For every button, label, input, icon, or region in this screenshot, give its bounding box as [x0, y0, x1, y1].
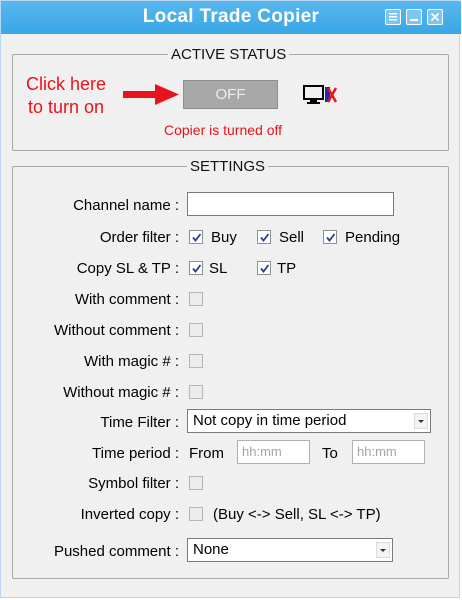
settings-legend: SETTINGS: [187, 158, 269, 175]
time-filter-label: Time Filter :: [100, 414, 179, 431]
order-filter-sell-label: Sell: [279, 229, 305, 246]
time-filter-select[interactable]: Not copy in time period: [187, 409, 431, 433]
symbol-filter-label: Symbol filter :: [88, 475, 179, 492]
chevron-down-icon: [414, 413, 428, 429]
close-icon[interactable]: [427, 9, 443, 25]
without-comment-checkbox[interactable]: [189, 323, 203, 337]
list-icon[interactable]: [385, 9, 401, 25]
active-status-legend: ACTIVE STATUS: [168, 46, 290, 63]
with-magic-checkbox[interactable]: [189, 354, 203, 368]
order-filter-buy-checkbox[interactable]: [189, 230, 203, 244]
inverted-copy-checkbox[interactable]: [189, 507, 203, 521]
without-magic-label: Without magic # :: [63, 384, 179, 401]
with-magic-label: With magic # :: [83, 353, 179, 370]
toggle-copier-button[interactable]: OFF: [183, 80, 278, 109]
copy-sl-tp-label: Copy SL & TP :: [76, 260, 179, 277]
symbol-filter-checkbox[interactable]: [189, 476, 203, 490]
channel-name-input[interactable]: [187, 192, 394, 216]
hint-line-2: to turn on: [28, 97, 105, 117]
order-filter-label: Order filter :: [99, 229, 179, 246]
with-comment-checkbox[interactable]: [189, 292, 203, 306]
without-magic-checkbox[interactable]: [189, 385, 203, 399]
pushed-comment-value: None: [193, 541, 229, 558]
title-bar[interactable]: Local Trade Copier: [1, 1, 461, 34]
order-filter-pending-checkbox[interactable]: [323, 230, 337, 244]
order-filter-sell-checkbox[interactable]: [257, 230, 271, 244]
pushed-comment-label: Pushed comment :: [53, 543, 179, 560]
channel-name-label: Channel name :: [73, 197, 179, 214]
time-to-input[interactable]: hh:mm: [352, 440, 425, 464]
inverted-copy-note: (Buy <-> Sell, SL <-> TP): [213, 506, 381, 523]
red-arrow-icon: [123, 84, 179, 105]
time-from-input[interactable]: hh:mm: [237, 440, 310, 464]
copy-sl-label: SL: [209, 260, 228, 277]
copy-tp-label: TP: [277, 260, 297, 277]
copy-sl-checkbox[interactable]: [189, 261, 203, 275]
order-filter-pending-label: Pending: [345, 229, 401, 246]
chevron-down-icon: [376, 542, 390, 558]
copy-tp-checkbox[interactable]: [257, 261, 271, 275]
without-comment-label: Without comment :: [53, 322, 179, 339]
time-filter-value: Not copy in time period: [193, 412, 347, 429]
pushed-comment-select[interactable]: None: [187, 538, 393, 562]
time-to-label: To: [322, 445, 338, 462]
with-comment-label: With comment :: [74, 291, 179, 308]
time-period-label: Time period :: [92, 445, 179, 462]
order-filter-buy-label: Buy: [211, 229, 237, 246]
status-message: Copier is turned off: [164, 122, 283, 138]
trade-copier-window: Local Trade Copier ACTIVE STATUS Click h…: [0, 0, 461, 598]
monitor-disconnected-icon: [303, 85, 337, 104]
minimize-icon[interactable]: [406, 9, 422, 25]
inverted-copy-label: Inverted copy :: [80, 506, 179, 523]
time-from-label: From: [189, 445, 224, 462]
hint-line-1: Click here: [26, 74, 107, 94]
